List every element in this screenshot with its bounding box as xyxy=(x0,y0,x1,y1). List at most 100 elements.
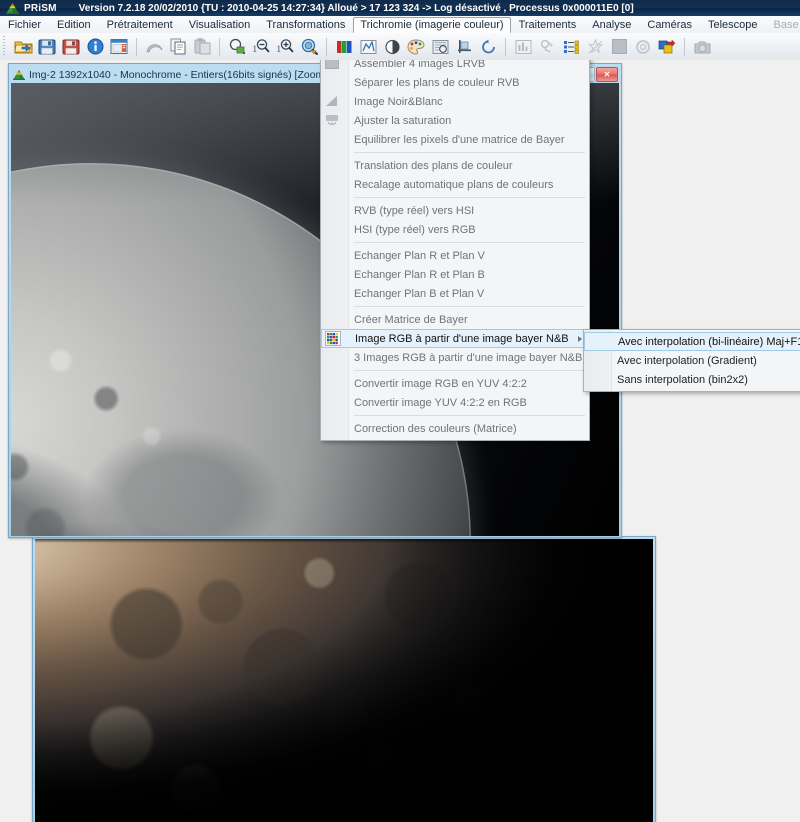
menu-item-image-rgb-depuis-bayer[interactable]: Image RGB à partir d'une image bayer N&B xyxy=(321,329,589,348)
menu-item-creer-matrice-bayer: Créer Matrice de Bayer xyxy=(321,310,589,329)
palette-icon[interactable] xyxy=(405,36,427,58)
histogram-icon xyxy=(512,36,534,58)
menu-item-label: Assembler 4 images LRVB xyxy=(354,60,486,70)
toolbar-separator xyxy=(326,37,327,56)
menu-item-image-noir-et-blanc: Image Noir&Blanc xyxy=(321,92,589,111)
color-image-canvas[interactable] xyxy=(35,539,653,822)
rainbow-pyramid-icon xyxy=(6,2,19,14)
menu-item-label: HSI (type réel) vers RGB xyxy=(354,223,476,236)
camera-icon xyxy=(691,36,713,58)
menu-item-label: Créer Matrice de Bayer xyxy=(354,313,468,326)
menu-item-convertir-yuv-rgb: Convertir image YUV 4:2:2 en RGB xyxy=(321,393,589,412)
menu-visualisation[interactable]: Visualisation xyxy=(182,17,258,33)
svg-text:1: 1 xyxy=(277,44,282,54)
menu-item-label: Image Noir&Blanc xyxy=(354,95,443,108)
zoom-fit-icon[interactable] xyxy=(298,36,320,58)
open-folder-icon[interactable] xyxy=(12,36,34,58)
menu-item-label: Ajuster la saturation xyxy=(354,114,452,127)
menu-item-convertir-rgb-yuv: Convertir image RGB en YUV 4:2:2 xyxy=(321,374,589,393)
mdi-client-area: Img-2 1392x1040 - Monochrome - Entiers(1… xyxy=(0,60,800,822)
menu-item-recalage-automatique: Recalage automatique plans de couleurs xyxy=(321,175,589,194)
application-name: PRiSM xyxy=(24,2,57,14)
submenu-item-avec-interpolation-bilineaire[interactable]: Avec interpolation (bi-linéaire) Maj+F12 xyxy=(584,332,800,351)
menu-item-3-images-rgb-depuis-bayer: 3 Images RGB à partir d'une image bayer … xyxy=(321,348,589,367)
copy-icon[interactable] xyxy=(167,36,189,58)
menu-traitements[interactable]: Traitements xyxy=(512,17,584,33)
menu-pretraitement[interactable]: Prétraitement xyxy=(100,17,180,33)
close-icon[interactable]: ✕ xyxy=(596,67,618,82)
menu-item-equilibrer-pixels-bayer: Equilibrer les pixels d'une matrice de B… xyxy=(321,130,589,149)
paste-icon xyxy=(191,36,213,58)
window-properties-icon[interactable] xyxy=(108,36,130,58)
menu-item-rvb-vers-hsi: RVB (type réel) vers HSI xyxy=(321,201,589,220)
levels-icon[interactable] xyxy=(357,36,379,58)
bayer-convert-icon[interactable] xyxy=(656,36,678,58)
menu-transformations[interactable]: Transformations xyxy=(259,17,352,33)
main-menu-bar: Fichier Edition Prétraitement Visualisat… xyxy=(0,16,800,34)
align-stack-icon[interactable] xyxy=(560,36,582,58)
magnifier-select-icon[interactable] xyxy=(226,36,248,58)
main-toolbar: 1 1 xyxy=(0,33,800,61)
toolbar-separator xyxy=(219,37,220,56)
menu-item-label: Séparer les plans de couleur RVB xyxy=(354,76,520,89)
save-red-disk-icon[interactable] xyxy=(60,36,82,58)
menu-separator xyxy=(354,415,585,416)
saturation-icon xyxy=(325,113,341,128)
prism-application-window: PRiSM Version 7.2.18 20/02/2010 {TU : 20… xyxy=(0,0,800,822)
bayer-interpolation-submenu: Avec interpolation (bi-linéaire) Maj+F12… xyxy=(583,329,800,392)
menu-item-label: Echanger Plan R et Plan V xyxy=(354,249,485,262)
filter-icon[interactable] xyxy=(429,36,451,58)
color-image-window[interactable] xyxy=(32,536,656,822)
flat-square-icon xyxy=(608,36,630,58)
menu-fichier[interactable]: Fichier xyxy=(1,17,48,33)
gear-ring-icon xyxy=(632,36,654,58)
contrast-icon[interactable] xyxy=(381,36,403,58)
menu-item-separer-plans-couleur-rvb: Séparer les plans de couleur RVB xyxy=(321,73,589,92)
menu-item-label: Image RGB à partir d'une image bayer N&B xyxy=(355,332,569,345)
menu-item-label: 3 Images RGB à partir d'une image bayer … xyxy=(354,351,583,364)
menu-trichromie[interactable]: Trichromie (imagerie couleur) xyxy=(353,16,511,33)
menu-item-assembler-4-images-lrvb: Assembler 4 images LRVB xyxy=(321,60,589,73)
toolbar-separator xyxy=(505,37,506,56)
menu-item-label: Translation des plans de couleur xyxy=(354,159,513,172)
bayer-matrix-icon xyxy=(325,331,341,346)
menu-separator xyxy=(354,306,585,307)
menu-edition[interactable]: Edition xyxy=(50,17,98,33)
menu-cameras[interactable]: Caméras xyxy=(640,17,699,33)
save-disk-icon[interactable] xyxy=(36,36,58,58)
submenu-item-sans-interpolation-bin2x2[interactable]: Sans interpolation (bin2x2) xyxy=(584,370,800,389)
rgb-planes-icon[interactable] xyxy=(333,36,355,58)
menu-item-label: Recalage automatique plans de couleurs xyxy=(354,178,554,191)
menu-item-ajuster-saturation: Ajuster la saturation xyxy=(321,111,589,130)
menu-item-echanger-plan-r-b: Echanger Plan R et Plan B xyxy=(321,265,589,284)
menu-item-correction-couleurs-matrice: Correction des couleurs (Matrice) xyxy=(321,419,589,438)
menu-telescope[interactable]: Telescope xyxy=(701,17,765,33)
menu-item-echanger-plan-r-v: Echanger Plan R et Plan V xyxy=(321,246,589,265)
rainbow-pyramid-icon xyxy=(13,69,25,80)
menu-separator xyxy=(354,242,585,243)
menu-item-echanger-plan-b-v: Echanger Plan B et Plan V xyxy=(321,284,589,303)
zoom-in-icon[interactable]: 1 xyxy=(274,36,296,58)
mono-window-title-text: Img-2 1392x1040 - Monochrome - Entiers(1… xyxy=(29,68,325,81)
menu-item-label: Correction des couleurs (Matrice) xyxy=(354,422,517,435)
zoom-out-icon[interactable]: 1 xyxy=(250,36,272,58)
menu-analyse[interactable]: Analyse xyxy=(585,17,638,33)
menu-item-translation-plans-couleur: Translation des plans de couleur xyxy=(321,156,589,175)
toolbar-grip[interactable] xyxy=(1,36,8,57)
menu-base-de-donnees: Base de Données xyxy=(773,18,800,31)
submenu-item-avec-interpolation-gradient[interactable]: Avec interpolation (Gradient) xyxy=(584,351,800,370)
menu-item-label: Convertir image YUV 4:2:2 en RGB xyxy=(354,396,527,409)
toolbar-separator xyxy=(136,37,137,56)
menu-separator xyxy=(354,152,585,153)
menu-item-label: Echanger Plan B et Plan V xyxy=(354,287,485,300)
rotate-icon[interactable] xyxy=(477,36,499,58)
menu-item-label: RVB (type réel) vers HSI xyxy=(354,204,475,217)
gray-square-icon xyxy=(325,60,341,71)
application-title-bar: PRiSM Version 7.2.18 20/02/2010 {TU : 20… xyxy=(0,0,800,16)
application-version-info: Version 7.2.18 20/02/2010 {TU : 2010-04-… xyxy=(78,2,634,14)
trichromie-dropdown-menu: Assembler trois images RVB Assembler 4 i… xyxy=(320,60,590,441)
crop-icon[interactable] xyxy=(453,36,475,58)
submenu-item-label: Avec interpolation (Gradient) xyxy=(617,354,757,367)
info-icon[interactable] xyxy=(84,36,106,58)
star-detect-icon xyxy=(584,36,606,58)
